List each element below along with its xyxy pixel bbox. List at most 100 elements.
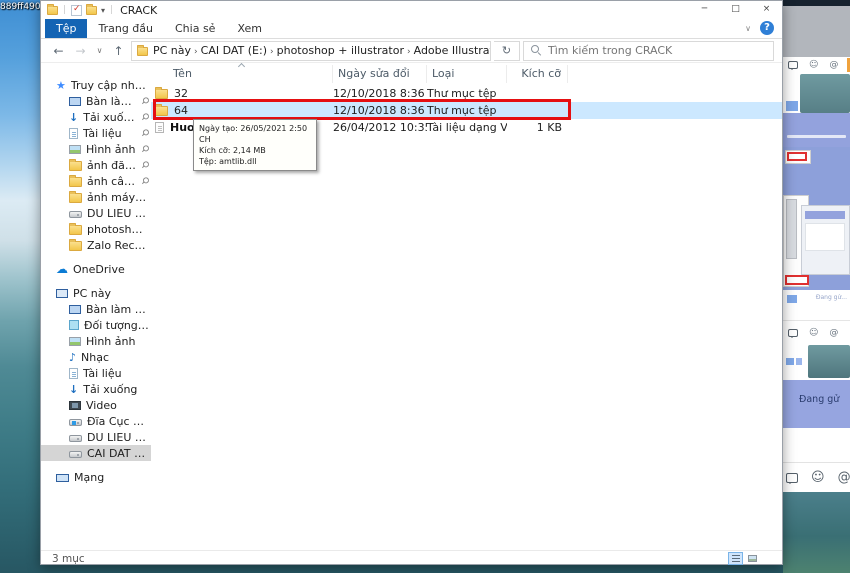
background-divider-2 — [783, 462, 850, 463]
cell-size: 1 KB — [507, 121, 568, 134]
address-bar[interactable]: PC này›CAI DAT (E:)›photoshop + illustra… — [131, 41, 491, 61]
sidebar-item-hinh-anh[interactable]: Hình ảnh — [41, 141, 151, 157]
column-headers: TênNgày sửa đổiLoạiKích cỡ — [151, 63, 782, 85]
properties-icon[interactable] — [71, 5, 82, 16]
sidebar-item-du-lieu-d[interactable]: DU LIEU (D:) — [41, 429, 151, 445]
maximize-button[interactable]: □ — [720, 1, 751, 19]
background-sending-small: Đang gử... — [816, 294, 847, 301]
minimize-button[interactable]: ─ — [689, 1, 720, 19]
sidebar-item-ia-cuc-bo-c[interactable]: Đĩa Cục bộ (C:) — [41, 413, 151, 429]
breadcrumb-separator: › — [406, 47, 412, 57]
help-icon[interactable]: ? — [760, 21, 774, 35]
document-icon — [69, 128, 78, 139]
table-row-64[interactable]: 6412/10/2018 8:36 SAThư mục tệp — [151, 102, 782, 119]
sidebar-gap — [41, 277, 151, 285]
tab-trang-au[interactable]: Trang đầu — [87, 19, 164, 38]
sidebar-item-tai-lieu[interactable]: Tài liệu — [41, 365, 151, 381]
refresh-button[interactable]: ↻ — [494, 41, 520, 61]
folder-icon — [69, 241, 82, 251]
breadcrumb-segment-adobe-illustrator-cs6[interactable]: Adobe Illustrator CS6 — [412, 44, 491, 57]
sidebar-item-ban-lam-viec[interactable]: Bàn làm việc — [41, 93, 151, 109]
sidebar-item-onedrive[interactable]: ☁OneDrive — [41, 261, 151, 277]
sidebar-item-ban-lam-viec[interactable]: Bàn làm việc — [41, 301, 151, 317]
forward-button[interactable]: → — [71, 41, 90, 61]
details-view-button[interactable] — [728, 552, 743, 565]
recent-locations-icon[interactable]: ∨ — [93, 41, 106, 61]
sidebar-item-anh-ang-bai-keo[interactable]: ảnh đăng bài keo — [41, 157, 151, 173]
cell-date-modified: 12/10/2018 8:36 SA — [333, 104, 427, 117]
sidebar-item-tai-lieu[interactable]: Tài liệu — [41, 125, 151, 141]
sidebar-item-label: PC này — [73, 287, 149, 300]
sidebar-item-label: Video — [86, 399, 149, 412]
close-button[interactable]: × — [751, 1, 782, 19]
drive-icon — [69, 435, 82, 442]
desktop-icon — [69, 305, 81, 314]
search-input[interactable] — [548, 44, 766, 57]
up-button[interactable]: ↑ — [109, 41, 128, 61]
sidebar-item-du-lieu-d[interactable]: DU LIEU (D:) — [41, 205, 151, 221]
breadcrumb-segment-photoshop-illustrator[interactable]: photoshop + illustrator — [275, 44, 406, 57]
sidebar-item-video[interactable]: Video — [41, 397, 151, 413]
breadcrumb-segment-pc-nay[interactable]: PC này — [151, 44, 193, 57]
tab-xem[interactable]: Xem — [226, 19, 273, 38]
sidebar-item-cai-dat-e[interactable]: CAI DAT (E:) — [41, 445, 151, 461]
sidebar-item-label: Đĩa Cục bộ (C:) — [87, 415, 149, 428]
explorer-window: | ▾ | CRACK ─□× TệpTrang đầuChia sẻXem ∨… — [40, 0, 783, 565]
desktop-icon — [69, 97, 81, 106]
cell-date-modified: 12/10/2018 8:36 SA — [333, 87, 427, 100]
address-toolbar: ← → ∨ ↑ PC này›CAI DAT (E:)›photoshop + … — [41, 39, 782, 63]
tab-chia-se[interactable]: Chia sẻ — [164, 19, 226, 38]
thumbnail-view-button[interactable] — [745, 552, 760, 565]
sidebar-item-tai-xuong[interactable]: ↓Tải xuống — [41, 381, 151, 397]
sidebar-item-label: Mạng — [74, 471, 149, 484]
sidebar-item-tai-xuong[interactable]: ↓Tải xuống — [41, 109, 151, 125]
smiley-icon: ☺ — [811, 470, 825, 485]
sidebar-item-anh-may-thanh-ly[interactable]: ảnh máy thanh lý — [41, 189, 151, 205]
column-header-ngay-sua-oi[interactable]: Ngày sửa đổi — [333, 65, 427, 83]
breadcrumb-segment-cai-dat-e[interactable]: CAI DAT (E:) — [199, 44, 269, 57]
music-icon: ♪ — [69, 352, 76, 363]
cell-name: 32 — [151, 87, 333, 100]
collapse-ribbon-icon[interactable]: ∨ — [745, 24, 751, 33]
cell-name: 64 — [151, 104, 333, 117]
column-header-loai[interactable]: Loại — [427, 65, 507, 83]
table-row-32[interactable]: 3212/10/2018 8:36 SAThư mục tệp — [151, 85, 782, 102]
folder-icon — [69, 193, 82, 203]
sidebar-item-nhac[interactable]: ♪Nhạc — [41, 349, 151, 365]
column-header-kich-co[interactable]: Kích cỡ — [507, 65, 568, 83]
sidebar-item-photoshop-illustr[interactable]: photoshop + illustr... — [41, 221, 151, 237]
sidebar-item-anh-cay-loc-nuoc[interactable]: ảnh cây lọc nước — [41, 173, 151, 189]
breadcrumb-separator: › — [193, 47, 199, 57]
sidebar-item-truy-cap-nhanh[interactable]: ★Truy cập nhanh — [41, 77, 151, 93]
background-app-window: ☺ @ Đang gử... ☺ @ Đan — [783, 0, 850, 573]
back-button[interactable]: ← — [49, 41, 68, 61]
mention-icon: @ — [838, 470, 850, 485]
pc-icon — [56, 289, 68, 298]
folder-icon[interactable] — [47, 6, 58, 15]
sidebar-item-oi-tuong-3d[interactable]: Đối tượng 3D — [41, 317, 151, 333]
sidebar-item-label: Hình ảnh — [86, 335, 149, 348]
sidebar-item-label: Zalo Received Files — [87, 239, 149, 252]
background-periwinkle-band-1 — [783, 113, 850, 147]
sidebar-item-label: ảnh cây lọc nước — [87, 175, 136, 188]
mention-icon: @ — [829, 328, 838, 338]
folder-icon — [137, 47, 148, 56]
background-photo-thumb-2 — [808, 345, 850, 378]
folder-icon — [69, 177, 82, 187]
tab-tep[interactable]: Tệp — [45, 19, 87, 38]
cell-type: Thư mục tệp — [427, 104, 507, 117]
sidebar-item-mang[interactable]: Mạng — [41, 469, 151, 485]
background-reaction-icons: ☺ @ — [788, 60, 838, 70]
search-box[interactable] — [523, 41, 774, 61]
sidebar-gap — [41, 253, 151, 261]
drive-icon — [69, 211, 82, 218]
folder-icon[interactable] — [86, 6, 97, 15]
sidebar-item-pc-nay[interactable]: PC này — [41, 285, 151, 301]
navigation-pane: ★Truy cập nhanhBàn làm việc↓Tải xuốngTài… — [41, 63, 151, 550]
sidebar-item-label: Tài liệu — [83, 127, 136, 140]
sidebar-item-label: Tải xuống — [83, 111, 136, 124]
pin-icon — [139, 127, 151, 139]
sidebar-item-zalo-received-files[interactable]: Zalo Received Files — [41, 237, 151, 253]
qat-dropdown-icon[interactable]: ▾ — [101, 5, 105, 16]
sidebar-item-hinh-anh[interactable]: Hình ảnh — [41, 333, 151, 349]
